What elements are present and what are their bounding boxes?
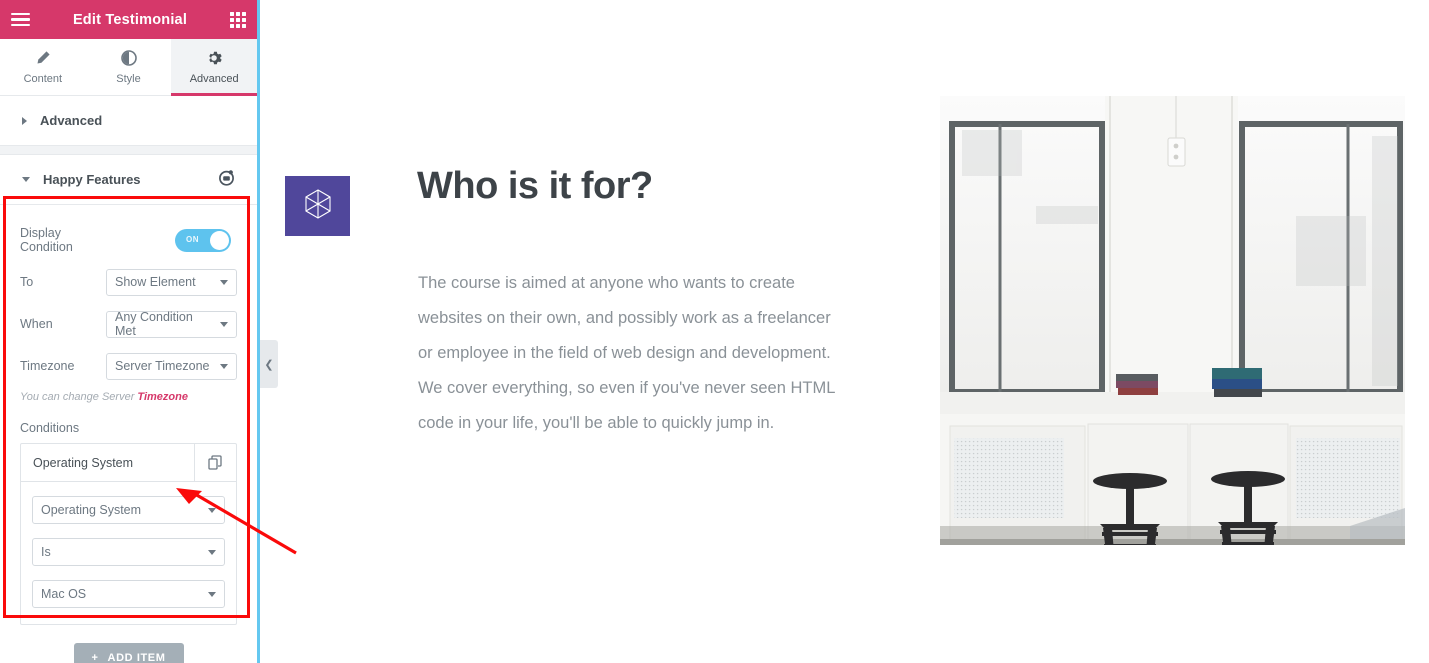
chevron-down-icon (22, 177, 30, 182)
panel-tabs: Content Style Advanced (0, 39, 257, 96)
canvas-paragraph: The course is aimed at anyone who wants … (418, 274, 835, 432)
chevron-down-icon (208, 508, 216, 513)
timezone-select[interactable]: Server Timezone (106, 352, 237, 380)
tab-advanced[interactable]: Advanced (171, 39, 257, 96)
page-title: Edit Testimonial (72, 11, 188, 28)
to-label: To (20, 275, 34, 289)
toggle-knob (210, 230, 229, 250)
tab-advanced-label: Advanced (189, 72, 239, 85)
timezone-hint-link[interactable]: Timezone (137, 391, 188, 403)
condition-field-value: Operating System (41, 503, 142, 517)
preview-canvas: Who is it for? The course is aimed at an… (260, 0, 1429, 663)
conditions-label: Conditions (20, 421, 80, 435)
timezone-hint: You can change Server Timezone (20, 387, 237, 403)
condition-header[interactable]: Operating System (21, 444, 236, 482)
hexagon-wireframe-icon (301, 187, 335, 226)
tab-style-label: Style (116, 72, 141, 85)
happy-features-fields: Display Condition ON To Show Element Whe… (0, 205, 257, 663)
toggle-state-label: ON (186, 234, 199, 244)
when-select-value: Any Condition Met (115, 310, 193, 338)
duplicate-icon[interactable] (194, 444, 236, 481)
to-select[interactable]: Show Element (106, 268, 237, 296)
section-advanced-label: Advanced (40, 113, 103, 128)
chevron-down-icon (208, 550, 216, 555)
when-select[interactable]: Any Condition Met (106, 310, 237, 338)
canvas-photo[interactable] (940, 96, 1405, 545)
condition-operator-value: Is (41, 545, 51, 559)
happy-face-icon (218, 169, 235, 191)
when-label: When (20, 317, 53, 331)
tab-style[interactable]: Style (86, 39, 172, 95)
timezone-label: Timezone (20, 359, 75, 373)
condition-field-select[interactable]: Operating System (32, 496, 225, 524)
row-to: To Show Element (20, 261, 237, 303)
condition-item: Operating System Operating System Is Mac… (20, 443, 237, 625)
row-display-condition: Display Condition ON (20, 219, 237, 261)
condition-title: Operating System (33, 455, 134, 470)
timezone-hint-text: You can change Server (20, 391, 138, 403)
plus-icon: + (91, 652, 99, 663)
condition-operator-select[interactable]: Is (32, 538, 225, 566)
hexagon-icon-box[interactable] (285, 176, 350, 236)
to-select-value: Show Element (115, 275, 196, 289)
timezone-select-value: Server Timezone (115, 359, 210, 373)
canvas-heading: Who is it for? (417, 165, 653, 207)
chevron-down-icon (220, 280, 228, 285)
panel-collapse-handle[interactable]: ❮ (260, 340, 278, 388)
gear-icon (206, 50, 222, 66)
chevron-left-icon: ❮ (264, 358, 274, 371)
display-condition-label: Display Condition (20, 226, 73, 254)
row-when: When Any Condition Met (20, 303, 237, 345)
chevron-down-icon (220, 364, 228, 369)
condition-value-value: Mac OS (41, 587, 87, 601)
hamburger-icon[interactable] (11, 12, 30, 27)
panel-header: Edit Testimonial (0, 0, 257, 39)
tab-content[interactable]: Content (0, 39, 86, 95)
condition-body: Operating System Is Mac OS (21, 482, 236, 624)
section-divider (0, 146, 257, 155)
condition-value-select[interactable]: Mac OS (32, 580, 225, 608)
chevron-down-icon (220, 322, 228, 327)
chevron-right-icon (22, 116, 27, 125)
display-condition-toggle[interactable]: ON (175, 228, 231, 252)
tab-content-label: Content (23, 72, 63, 85)
grid-apps-icon[interactable] (230, 11, 246, 28)
section-happy-features[interactable]: Happy Features (0, 155, 257, 205)
contrast-circle-icon (120, 49, 137, 66)
settings-panel: Edit Testimonial Content Style Advanced … (0, 0, 260, 663)
add-item-button[interactable]: + ADD ITEM (73, 643, 184, 663)
pencil-icon (35, 50, 51, 66)
elementor-editor: Edit Testimonial Content Style Advanced … (0, 0, 1429, 663)
section-happy-features-label: Happy Features (43, 172, 141, 187)
section-advanced[interactable]: Advanced (0, 96, 257, 146)
chevron-down-icon (208, 592, 216, 597)
row-timezone: Timezone Server Timezone (20, 345, 237, 387)
add-item-label: ADD ITEM (107, 652, 166, 663)
